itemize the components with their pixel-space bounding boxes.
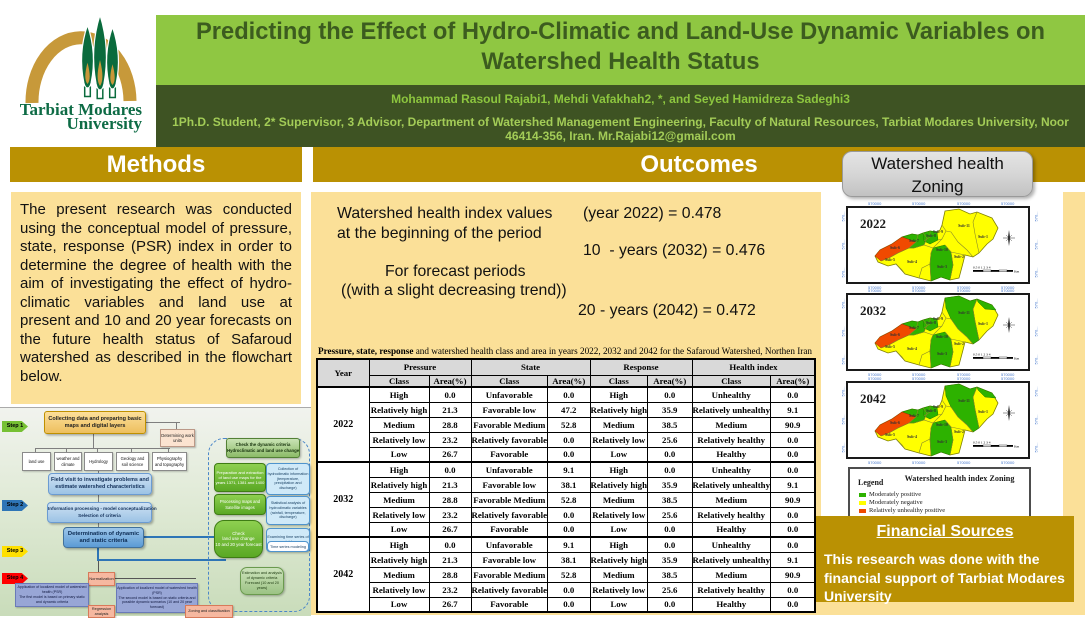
- svg-text:2042: 2042: [860, 391, 886, 406]
- svg-text:Sub-6: Sub-6: [889, 420, 899, 425]
- svg-text:Sub-9: Sub-9: [932, 404, 942, 409]
- svg-text:Sub-5: Sub-5: [884, 257, 894, 262]
- svg-text:Sub-9: Sub-9: [932, 229, 942, 234]
- svg-text:Sub-3: Sub-3: [936, 351, 946, 356]
- svg-text:Sub-1: Sub-1: [977, 321, 987, 326]
- svg-text:Sub-2: Sub-2: [953, 254, 963, 259]
- svg-text:Sub-3: Sub-3: [936, 264, 946, 269]
- svg-text:Km: Km: [1014, 269, 1020, 273]
- svg-text:Sub-2: Sub-2: [953, 341, 963, 346]
- svg-text:2032: 2032: [860, 303, 886, 318]
- svg-text:Sub-7: Sub-7: [908, 413, 918, 418]
- svg-text:Sub-11: Sub-11: [958, 310, 970, 315]
- svg-text:0.5 0 1 2 3 4: 0.5 0 1 2 3 4: [973, 265, 991, 269]
- svg-text:Sub-10: Sub-10: [935, 334, 947, 339]
- svg-text:University: University: [66, 114, 142, 133]
- svg-text:Sub-10: Sub-10: [935, 422, 947, 427]
- svg-text:Sub-5: Sub-5: [884, 432, 894, 437]
- svg-text:Sub-11: Sub-11: [958, 223, 970, 228]
- svg-text:Sub-7: Sub-7: [908, 238, 918, 243]
- svg-text:Sub-4: Sub-4: [906, 346, 916, 351]
- svg-text:0.5 0 1 2 3 4: 0.5 0 1 2 3 4: [973, 441, 991, 445]
- svg-text:Sub-5: Sub-5: [884, 344, 894, 349]
- svg-text:Sub-9: Sub-9: [932, 316, 942, 321]
- svg-text:Sub-1: Sub-1: [977, 234, 987, 239]
- svg-text:2022: 2022: [860, 216, 886, 231]
- svg-text:Km: Km: [1014, 357, 1020, 361]
- svg-text:Sub-4: Sub-4: [906, 259, 916, 264]
- svg-text:Sub-6: Sub-6: [889, 332, 899, 337]
- svg-text:0.5 0 1 2 3 4: 0.5 0 1 2 3 4: [973, 353, 991, 357]
- svg-text:Sub-7: Sub-7: [908, 325, 918, 330]
- svg-text:Sub-11: Sub-11: [958, 398, 970, 403]
- svg-text:Km: Km: [1014, 445, 1020, 449]
- svg-text:Sub-4: Sub-4: [906, 434, 916, 439]
- svg-text:Sub-3: Sub-3: [936, 439, 946, 444]
- svg-text:Sub-1: Sub-1: [977, 409, 987, 414]
- svg-text:Sub-6: Sub-6: [889, 245, 899, 250]
- svg-text:Sub-2: Sub-2: [953, 429, 963, 434]
- svg-text:Sub-10: Sub-10: [935, 247, 947, 252]
